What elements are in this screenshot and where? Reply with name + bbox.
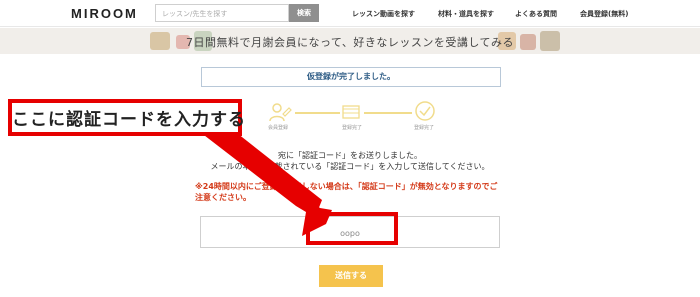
annotation-arrow — [200, 126, 332, 236]
annotation-callout: ここに認証コードを入力する — [8, 99, 246, 136]
annotation-highlight-box — [306, 212, 398, 245]
annotation-callout-text: ここに認証コードを入力する — [12, 110, 246, 130]
